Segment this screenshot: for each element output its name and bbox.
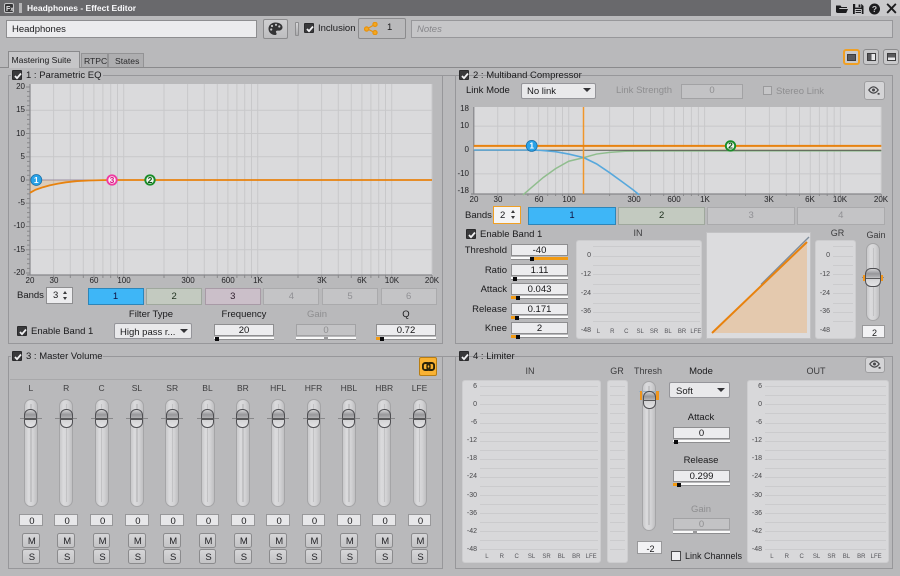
svg-text:2: 2 [148,175,153,185]
svg-text:1: 1 [34,175,39,185]
svg-text:3: 3 [110,175,115,185]
svg-text:2: 2 [728,141,733,151]
svg-text:1: 1 [529,141,534,151]
svg-text:?: ? [872,3,877,13]
